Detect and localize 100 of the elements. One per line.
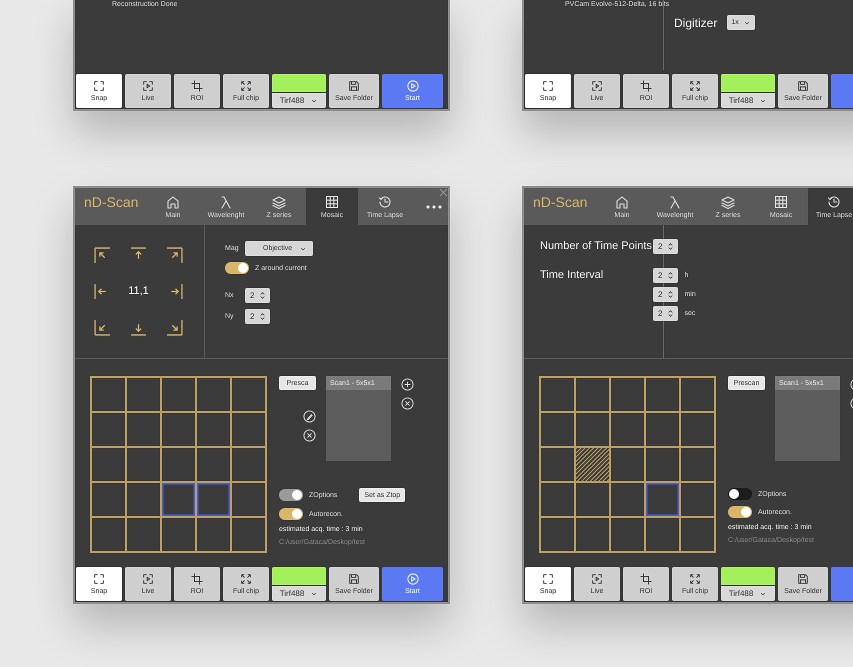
layers-icon: [721, 194, 735, 208]
play-circle-icon: [406, 573, 418, 585]
grid-tile[interactable]: [127, 413, 160, 446]
grid-tile[interactable]: [162, 413, 195, 446]
home-icon: [166, 194, 180, 208]
grid-tile[interactable]: [611, 483, 644, 516]
grid-tile[interactable]: [162, 448, 195, 481]
grid-tile[interactable]: [92, 518, 125, 551]
grid-tile[interactable]: [576, 378, 609, 411]
clear-icon[interactable]: [303, 429, 316, 442]
grid-tile[interactable]: [646, 483, 679, 516]
add-icon[interactable]: [401, 378, 414, 391]
number-spinner[interactable]: 2: [653, 268, 678, 283]
grid-tile[interactable]: [197, 413, 230, 446]
pencil-icon[interactable]: [303, 410, 316, 423]
grid-tile[interactable]: [162, 483, 195, 516]
grid-tile[interactable]: [541, 378, 574, 411]
grid-tile[interactable]: [127, 483, 160, 516]
field-label: Time Interval: [540, 268, 604, 281]
expand-arrows-icon: [689, 80, 701, 92]
play-circle-icon: [406, 80, 418, 92]
play-frame-icon: [591, 80, 603, 92]
grid-tile[interactable]: [162, 378, 195, 411]
crop-icon: [191, 80, 203, 92]
grid-tile[interactable]: [541, 518, 574, 551]
grid-tile[interactable]: [232, 378, 265, 411]
grid-tile[interactable]: [197, 483, 230, 516]
grid-tile[interactable]: [576, 518, 609, 551]
grid-tile[interactable]: [611, 518, 644, 551]
toggle-switch[interactable]: [279, 508, 303, 520]
grid-tile[interactable]: [92, 378, 125, 411]
grid-tile[interactable]: [611, 413, 644, 446]
toggle-switch[interactable]: [225, 262, 249, 274]
grid-tile[interactable]: [127, 518, 160, 551]
play-frame-icon: [142, 80, 154, 92]
number-spinner[interactable]: 2: [653, 287, 678, 302]
down-left-arrow-icon[interactable]: [94, 319, 112, 336]
grid-tile[interactable]: [92, 413, 125, 446]
grid-tile[interactable]: [681, 518, 714, 551]
field-label: Number of Time Points: [540, 239, 653, 252]
toggle-switch[interactable]: [728, 488, 752, 500]
grid-tile[interactable]: [681, 378, 714, 411]
grid-tile[interactable]: [541, 413, 574, 446]
grid-tile[interactable]: [92, 483, 125, 516]
grid-tile[interactable]: [646, 378, 679, 411]
grid-tile[interactable]: [92, 448, 125, 481]
grid-tile[interactable]: [646, 413, 679, 446]
number-spinner[interactable]: 2: [653, 239, 678, 254]
up-right-arrow-icon[interactable]: [166, 246, 183, 264]
channel-dropdown[interactable]: Tirf488: [272, 586, 326, 601]
grid-tile[interactable]: [576, 483, 609, 516]
expand-arrows-icon: [240, 80, 252, 92]
up-left-arrow-icon[interactable]: [94, 246, 112, 264]
layers-icon: [272, 194, 286, 208]
number-spinner[interactable]: 2: [245, 309, 270, 324]
grid-tile[interactable]: [127, 378, 160, 411]
toggle-switch[interactable]: [728, 506, 752, 518]
grid-tile[interactable]: [232, 448, 265, 481]
clock-icon: [827, 194, 841, 208]
play-frame-icon: [591, 573, 603, 585]
corner-brackets-icon: [542, 573, 554, 585]
channel-dropdown[interactable]: Tirf488: [272, 93, 326, 108]
channel-dropdown[interactable]: Tirf488: [721, 586, 775, 601]
grid-tile[interactable]: [541, 483, 574, 516]
grid-tile[interactable]: [611, 378, 644, 411]
grid-tile[interactable]: [232, 413, 265, 446]
home-icon: [615, 194, 629, 208]
grid-tile[interactable]: [611, 448, 644, 481]
number-spinner[interactable]: 2: [245, 288, 270, 303]
grid-tile[interactable]: [576, 448, 609, 481]
grid-tile[interactable]: [646, 518, 679, 551]
channel-dropdown[interactable]: Tirf488: [721, 93, 775, 108]
grid-tile[interactable]: [541, 448, 574, 481]
grid-tile[interactable]: [232, 483, 265, 516]
expand-arrows-icon: [240, 573, 252, 585]
grid-tile[interactable]: [197, 378, 230, 411]
grid-tile[interactable]: [197, 518, 230, 551]
grid-tile[interactable]: [232, 518, 265, 551]
number-spinner[interactable]: 2: [653, 306, 678, 321]
grid-tile[interactable]: [162, 518, 195, 551]
grid-tile[interactable]: [681, 448, 714, 481]
grid-tile[interactable]: [197, 448, 230, 481]
close-icon[interactable]: [439, 188, 448, 197]
lambda-icon: [668, 194, 682, 208]
grid-icon: [774, 194, 788, 208]
crop-icon: [640, 80, 652, 92]
play-frame-icon: [142, 573, 154, 585]
down-right-arrow-icon[interactable]: [166, 319, 183, 336]
grid-tile[interactable]: [646, 448, 679, 481]
crop-icon: [191, 573, 203, 585]
spinner-arrows-icon: [258, 291, 268, 300]
grid-tile[interactable]: [681, 413, 714, 446]
more-icon[interactable]: [426, 204, 442, 208]
grid-tile[interactable]: [576, 413, 609, 446]
corner-brackets-icon: [93, 573, 105, 585]
spinner-arrows-icon: [258, 312, 268, 321]
grid-tile[interactable]: [127, 448, 160, 481]
grid-tile[interactable]: [681, 483, 714, 516]
remove-icon[interactable]: [401, 397, 414, 410]
spinner-arrows-icon: [666, 290, 676, 299]
